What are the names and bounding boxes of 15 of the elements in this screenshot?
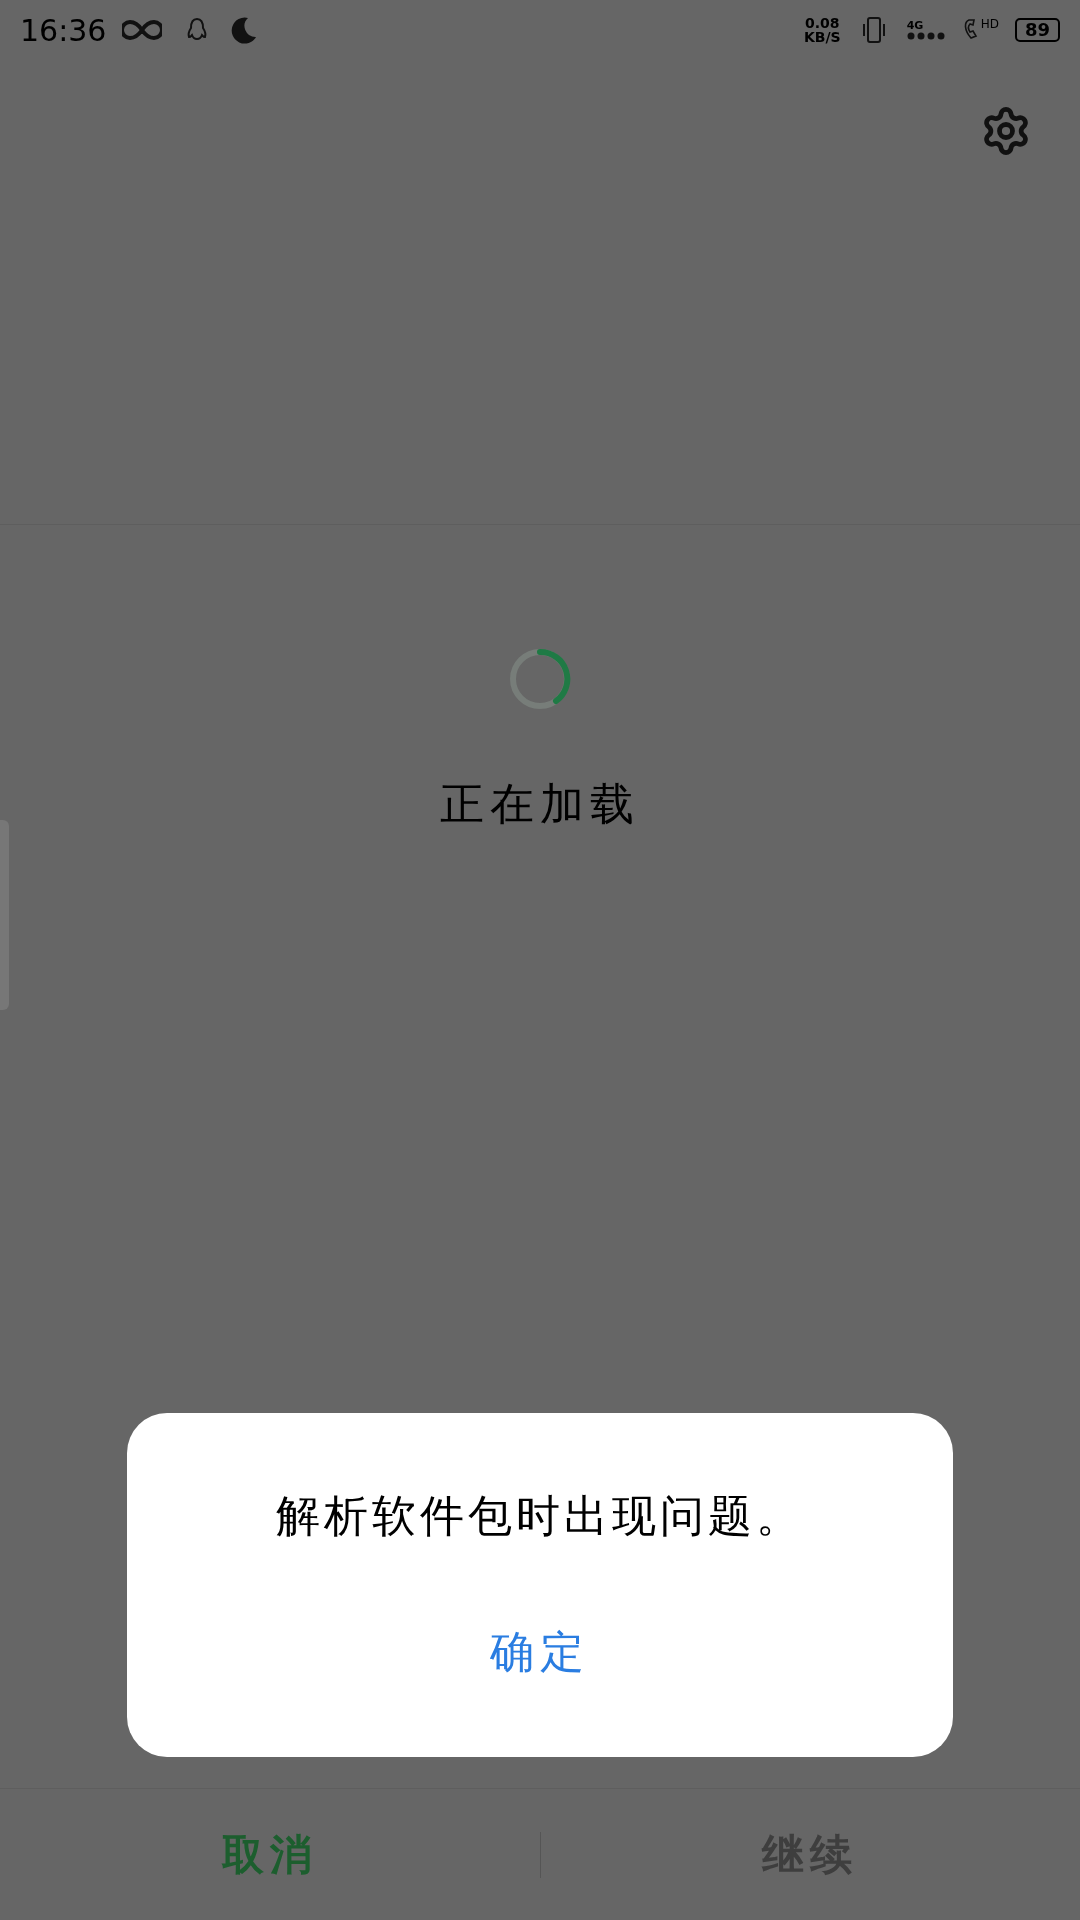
network-type: 4G bbox=[906, 19, 924, 31]
battery-icon: 89 bbox=[1014, 18, 1060, 42]
hd-label: HD bbox=[980, 17, 999, 31]
dialog-message: 解析软件包时出现问题。 bbox=[276, 1489, 804, 1543]
net-speed-unit: KB/S bbox=[803, 30, 841, 44]
loading-text: 正在加载 bbox=[440, 777, 640, 831]
infinity-icon bbox=[122, 19, 163, 41]
penguin-icon bbox=[186, 17, 209, 43]
net-speed-value: 0.08 bbox=[805, 16, 840, 30]
clock: 16:36 bbox=[20, 11, 107, 50]
cancel-button[interactable]: 取消 bbox=[0, 1789, 540, 1920]
confirm-button[interactable]: 确定 bbox=[466, 1611, 614, 1693]
vibrate-icon bbox=[860, 15, 887, 45]
signal-icon bbox=[906, 30, 947, 41]
loading-spinner bbox=[508, 647, 572, 711]
